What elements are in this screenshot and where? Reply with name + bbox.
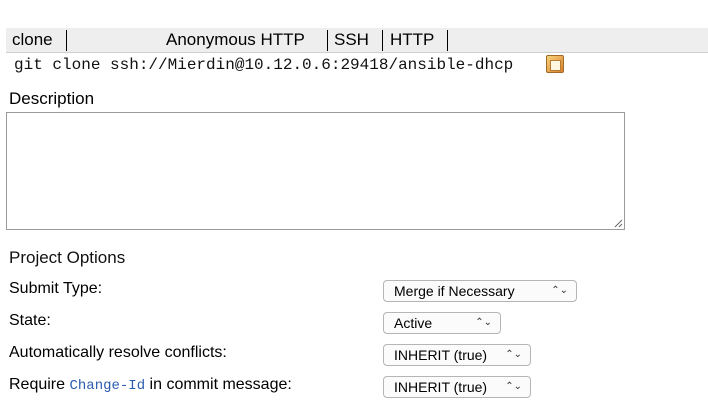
- change-id-code: Change-Id: [69, 378, 146, 394]
- submit-type-value: Merge if Necessary: [394, 283, 515, 299]
- auto-resolve-select[interactable]: INHERIT (true) ⌃⌄: [383, 344, 531, 366]
- resize-grip-icon[interactable]: [613, 218, 623, 228]
- require-label-suffix: in commit message:: [145, 376, 292, 393]
- state-select[interactable]: Active ⌃⌄: [383, 312, 501, 334]
- state-value: Active: [394, 315, 433, 331]
- require-change-id-label: Require Change-Id in commit message:: [9, 374, 292, 397]
- description-textarea[interactable]: [6, 112, 625, 230]
- divider: [66, 30, 67, 51]
- submit-type-select[interactable]: Merge if Necessary ⌃⌄: [383, 280, 577, 302]
- select-arrows-icon: ⌃⌄: [505, 349, 522, 360]
- auto-resolve-label: Automatically resolve conflicts:: [9, 344, 227, 361]
- select-arrows-icon: ⌃⌄: [475, 317, 492, 328]
- clone-label: clone: [12, 30, 53, 49]
- auto-resolve-value: INHERIT (true): [394, 347, 488, 363]
- divider: [447, 30, 448, 51]
- clone-bar: clone Anonymous HTTP SSH HTTP: [6, 28, 708, 53]
- require-label-prefix: Require: [9, 376, 70, 393]
- copy-icon[interactable]: [546, 55, 564, 73]
- require-change-id-value: INHERIT (true): [394, 379, 488, 395]
- tab-ssh[interactable]: SSH: [334, 28, 369, 52]
- select-arrows-icon: ⌃⌄: [505, 381, 522, 392]
- submit-type-label: Submit Type:: [9, 280, 103, 297]
- require-change-id-select[interactable]: INHERIT (true) ⌃⌄: [383, 376, 531, 398]
- divider: [382, 30, 383, 51]
- description-title: Description: [9, 89, 95, 108]
- select-arrows-icon: ⌃⌄: [551, 285, 568, 296]
- project-options-title: Project Options: [9, 248, 126, 267]
- state-label: State:: [9, 312, 51, 329]
- clone-command[interactable]: git clone ssh://Mierdin@10.12.0.6:29418/…: [14, 53, 513, 77]
- divider: [327, 30, 328, 51]
- tab-http[interactable]: HTTP: [390, 28, 434, 52]
- tab-anonymous-http[interactable]: Anonymous HTTP: [166, 28, 305, 52]
